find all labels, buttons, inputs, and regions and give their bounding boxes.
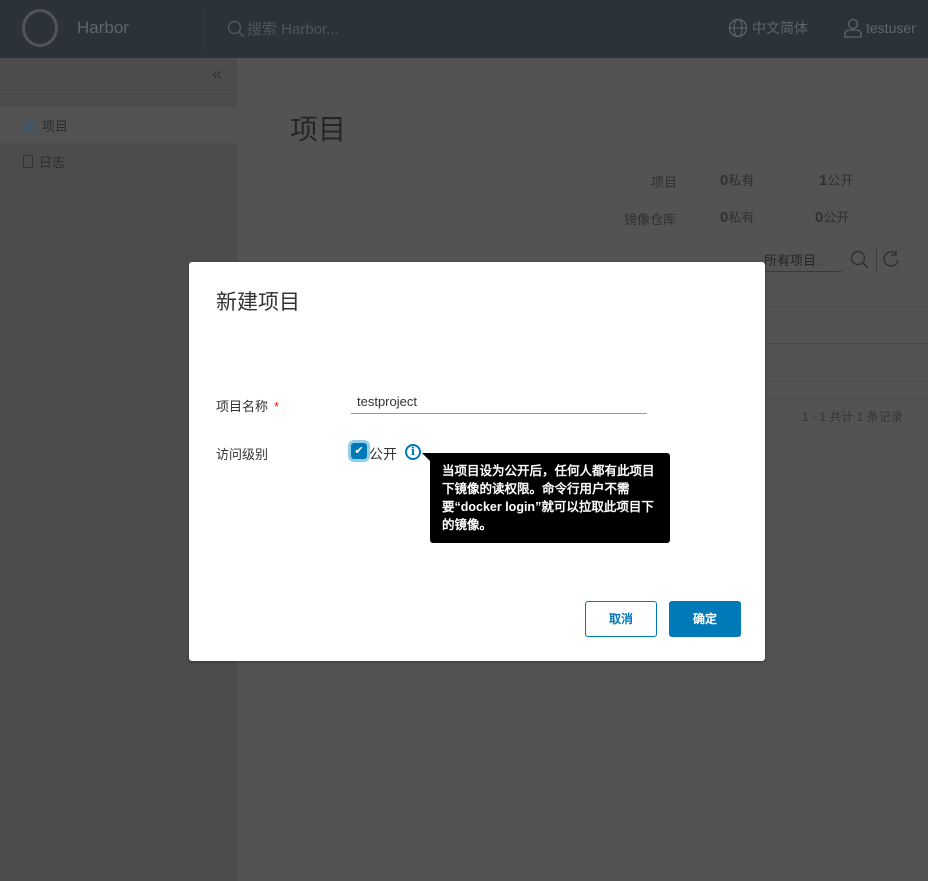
table-line <box>765 343 928 344</box>
access-level-label: 访问级别 <box>216 447 269 462</box>
stat-label: 镜像仓库 <box>624 212 677 227</box>
project-name-label: 项目名称 * <box>216 396 279 415</box>
sidebar-item-projects[interactable]: 品 项目 <box>0 107 237 143</box>
public-checkbox[interactable]: ✔ <box>351 443 367 459</box>
dialog-title: 新建项目 <box>216 291 300 314</box>
public-label: 公开 <box>823 210 850 225</box>
new-project-dialog: 新建项目 项目名称 * 访问级别 ✔ 公开 i 当项目设为公开后，任何人都有此项目… <box>189 262 765 661</box>
user-menu[interactable]: testuser <box>844 18 916 38</box>
info-icon[interactable]: i <box>405 444 421 460</box>
stat-repos-public: 0公开 <box>815 207 849 226</box>
harbor-logo-icon[interactable] <box>22 9 58 47</box>
logs-icon <box>23 154 33 168</box>
page-title: 项目 <box>290 114 347 145</box>
refresh-icon[interactable] <box>882 250 900 268</box>
cancel-button[interactable]: 取消 <box>585 601 657 637</box>
table-line <box>765 381 928 382</box>
sidebar-item-label: 日志 <box>39 154 66 170</box>
user-icon <box>844 18 862 38</box>
top-header: Harbor 搜索 Harbor... 中文简体 testuser <box>0 0 928 58</box>
filter-value: 所有项目 <box>764 253 817 268</box>
stat-label: 项目 <box>651 175 678 190</box>
sidebar-item-logs[interactable]: 日志 <box>0 143 237 179</box>
private-label: 私有 <box>728 173 755 188</box>
chevron-down-icon: ⌄ <box>819 257 828 267</box>
stat-projects-private: 0私有 <box>720 170 754 189</box>
project-name-input[interactable] <box>351 392 647 414</box>
ok-button[interactable]: 确定 <box>669 601 741 637</box>
username: testuser <box>866 20 916 36</box>
project-filter-select[interactable]: 所有项目 ⌄ <box>764 250 842 272</box>
label-text: 项目名称 <box>216 399 269 414</box>
divider <box>0 93 237 94</box>
language-label: 中文简体 <box>752 20 808 36</box>
search-icon[interactable] <box>850 250 870 270</box>
table-line <box>765 306 928 307</box>
divider <box>203 8 204 50</box>
pagination-info: 1 - 1 共计 1 条记录 <box>802 410 903 424</box>
tooltip: 当项目设为公开后，任何人都有此项目下镜像的读权限。命令行用户不需要“docker… <box>422 453 670 543</box>
stat-projects-public: 1公开 <box>819 170 853 189</box>
brand-name[interactable]: Harbor <box>77 18 129 38</box>
public-label: 公开 <box>827 173 854 188</box>
globe-icon <box>728 18 748 38</box>
private-label: 私有 <box>728 210 755 225</box>
language-selector[interactable]: 中文简体 <box>728 18 808 38</box>
table-line <box>765 398 928 399</box>
stat-repos-private: 0私有 <box>720 207 754 226</box>
projects-icon: 品 <box>23 118 37 134</box>
global-search[interactable]: 搜索 Harbor... <box>227 18 339 39</box>
search-placeholder: 搜索 Harbor... <box>247 21 339 38</box>
divider <box>876 248 877 272</box>
collapse-sidebar-button[interactable]: « <box>212 64 222 85</box>
search-icon <box>227 20 245 38</box>
public-label[interactable]: 公开 <box>369 444 397 464</box>
sidebar-item-label: 项目 <box>42 118 69 134</box>
required-mark: * <box>274 399 280 414</box>
